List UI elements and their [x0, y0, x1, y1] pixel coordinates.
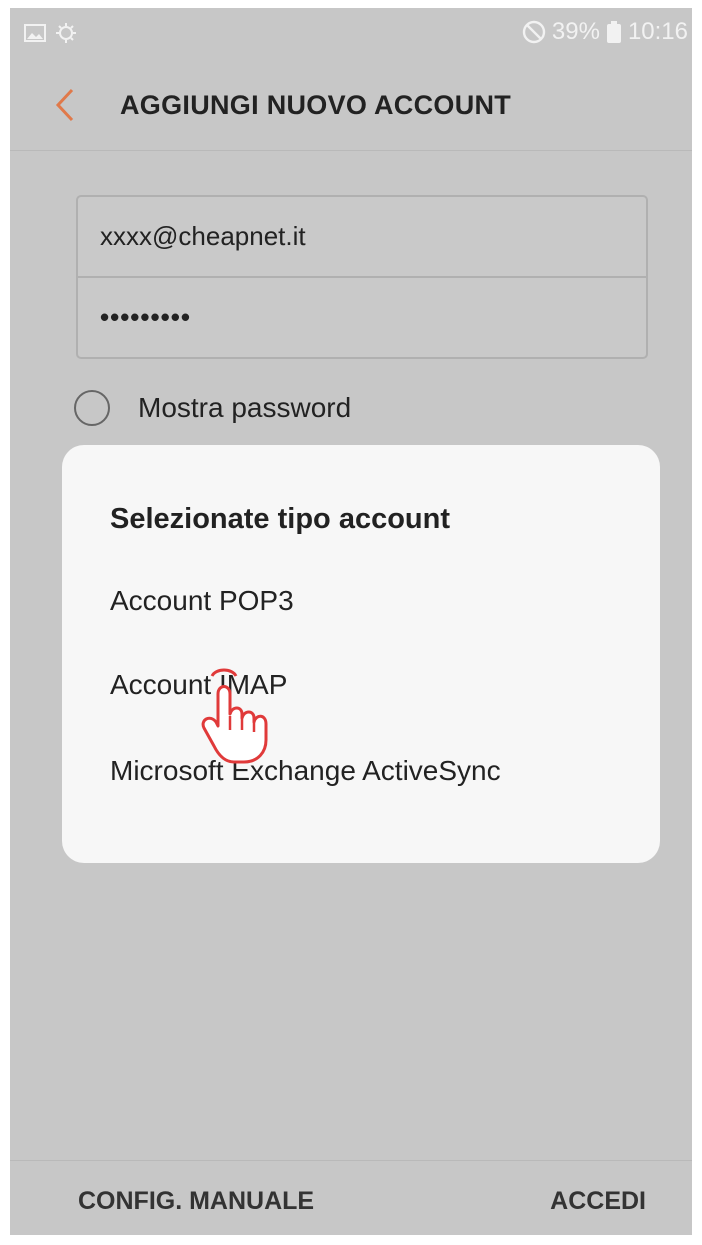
- option-exchange[interactable]: Microsoft Exchange ActiveSync: [110, 755, 501, 787]
- show-password-label: Mostra password: [138, 392, 352, 423]
- email-field[interactable]: [100, 221, 620, 252]
- password-field[interactable]: •••••••••: [100, 302, 191, 333]
- sign-in-button[interactable]: ACCEDI: [550, 1187, 646, 1216]
- phone-screen: 39% 10:16 AGGIUNGI NUOVO ACCOUNT •••••••…: [10, 8, 692, 1235]
- page-title: AGGIUNGI NUOVO ACCOUNT: [120, 90, 512, 120]
- status-right: 39% 10:16: [522, 18, 688, 46]
- status-bar: 39% 10:16: [10, 8, 692, 60]
- password-row[interactable]: •••••••••: [78, 278, 646, 357]
- status-left-icons: [24, 22, 78, 44]
- battery-percent: 39%: [551, 18, 600, 45]
- sync-icon: [56, 23, 76, 43]
- account-type-dialog: Selezionate tipo account Account POP3 Ac…: [62, 445, 660, 863]
- back-button[interactable]: [48, 82, 84, 128]
- app-bar: AGGIUNGI NUOVO ACCOUNT: [10, 60, 692, 151]
- show-password-radio[interactable]: [74, 390, 110, 426]
- do-not-disturb-icon: [522, 20, 546, 44]
- show-password-toggle[interactable]: Mostra password: [74, 390, 351, 426]
- credentials-box: •••••••••: [76, 195, 648, 359]
- manual-config-button[interactable]: CONFIG. MANUALE: [78, 1187, 314, 1216]
- image-icon: [24, 24, 46, 42]
- option-pop3[interactable]: Account POP3: [110, 585, 294, 617]
- clock: 10:16: [627, 18, 688, 45]
- email-row: [78, 197, 646, 278]
- chevron-left-icon: [55, 88, 74, 122]
- dialog-title: Selezionate tipo account: [110, 503, 450, 535]
- battery-icon: [606, 21, 621, 43]
- bottom-bar: CONFIG. MANUALE ACCEDI: [10, 1160, 692, 1235]
- option-imap[interactable]: Account IMAP: [110, 669, 287, 701]
